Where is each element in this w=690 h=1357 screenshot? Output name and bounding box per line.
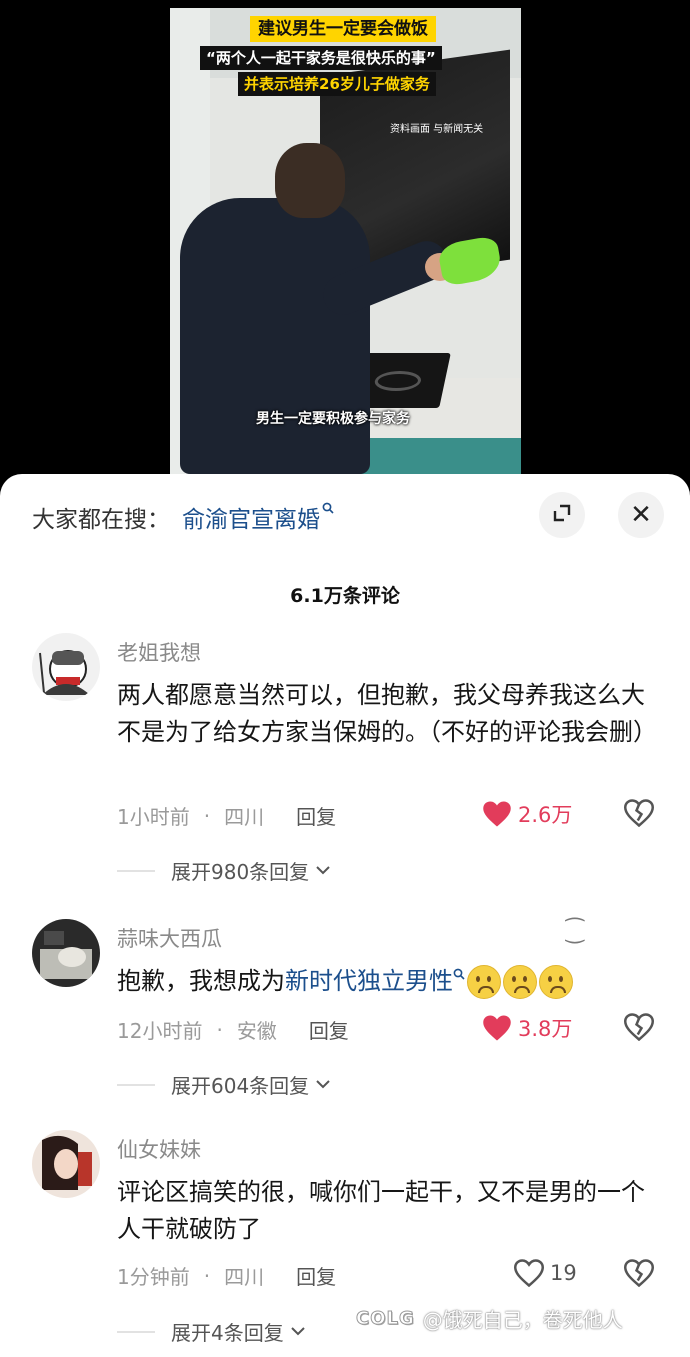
expand-replies-label: 展开604条回复	[171, 1074, 310, 1098]
crying-face-emoji	[503, 965, 537, 999]
expand-replies-label: 展开980条回复	[171, 860, 310, 884]
comment-time: 1小时前	[117, 805, 190, 829]
crying-face-emoji	[467, 965, 501, 999]
close-button[interactable]: ✕	[618, 492, 664, 538]
meta-separator: ·	[216, 1017, 223, 1042]
comment-location: 安徽	[236, 1019, 277, 1043]
trending-search-term[interactable]: 俞渝官宣离婚	[182, 500, 320, 534]
video-player[interactable]: 建议男生一定要会做饭 “两个人一起干家务是很快乐的事” 并表示培养26岁儿子做家…	[0, 0, 690, 490]
search-icon	[453, 968, 465, 984]
expand-replies-label: 展开4条回复	[171, 1321, 284, 1345]
expand-icon	[551, 502, 573, 528]
watermark-text: @饿死自己，卷死他人	[422, 1308, 623, 1332]
comment-item: ⁐ 蒜味大西瓜 抱歉，我想成为新时代独立男性 12小时前 · 安徽 回复 3.8…	[0, 919, 690, 1098]
broken-heart-icon[interactable]	[624, 1013, 654, 1041]
comment-text: 抱歉，我想成为新时代独立男性	[117, 963, 657, 1004]
decorative-squiggle: ⁐	[566, 919, 584, 944]
like-button[interactable]: 2.6万	[482, 799, 572, 829]
reply-button[interactable]: 回复	[296, 801, 336, 830]
video-caption-note: 并表示培养26岁儿子做家务	[238, 72, 436, 96]
reply-button[interactable]: 回复	[296, 1261, 336, 1290]
meta-separator: ·	[203, 803, 211, 828]
video-disclaimer: 资料画面 与新闻无关	[390, 124, 484, 135]
broken-heart-icon[interactable]	[624, 799, 654, 827]
person-head	[275, 143, 345, 218]
like-count: 2.6万	[518, 803, 573, 827]
expand-divider	[117, 1330, 155, 1333]
close-icon: ✕	[630, 500, 652, 530]
comment-meta: 1分钟前 · 四川 回复	[117, 1261, 336, 1290]
watermark-logo: COLG	[356, 1308, 415, 1330]
comment-time: 12小时前	[117, 1019, 203, 1043]
comment-meta: 1小时前 · 四川 回复	[117, 801, 336, 830]
search-icon	[322, 502, 334, 518]
comment-search-link[interactable]: 新时代独立男性	[285, 967, 453, 995]
chevron-down-icon	[315, 863, 331, 879]
comment-item: 老姐我想 两人都愿意当然可以，但抱歉，我父母养我这么大不是为了给女方家当保姆的。…	[0, 633, 690, 885]
heart-filled-icon	[483, 1015, 511, 1041]
trending-search-bar[interactable]: 大家都在搜： 俞渝官宣离婚	[32, 500, 334, 534]
expand-replies[interactable]: 展开4条回复	[117, 1317, 306, 1346]
video-caption-title: 建议男生一定要会做饭	[250, 16, 436, 42]
comment-text-prefix: 抱歉，我想成为	[117, 967, 285, 995]
avatar[interactable]	[32, 1130, 100, 1198]
trending-search-prefix: 大家都在搜：	[32, 507, 170, 533]
like-count: 3.8万	[518, 1017, 573, 1041]
heart-filled-icon	[483, 801, 511, 827]
like-count: 19	[550, 1261, 577, 1285]
crying-face-emoji	[539, 965, 573, 999]
comment-text: 评论区搞笑的很，喊你们一起干，又不是男的一个人干就破防了	[117, 1178, 645, 1243]
comment-username[interactable]: 蒜味大西瓜	[117, 923, 222, 953]
watermark: COLG @饿死自己，卷死他人	[356, 1304, 623, 1333]
video-subtitle: 男生一定要积极参与家务	[256, 411, 410, 427]
broken-heart-icon[interactable]	[624, 1259, 654, 1287]
comment-username[interactable]: 仙女妹妹	[117, 1134, 201, 1164]
expand-divider	[117, 869, 155, 872]
comment-username[interactable]: 老姐我想	[117, 637, 201, 667]
expand-button[interactable]	[539, 492, 585, 538]
comment-count: 6.1万条评论	[290, 585, 400, 607]
comment-sheet: 大家都在搜： 俞渝官宣离婚 ✕ 6.1万条评论 老姐我想 两人都愿意当然可以，但…	[0, 474, 690, 1357]
expand-divider	[117, 1083, 155, 1086]
person-figure	[180, 198, 370, 474]
expand-replies[interactable]: 展开980条回复	[117, 856, 331, 885]
like-button[interactable]: 19	[514, 1259, 577, 1287]
reply-button[interactable]: 回复	[309, 1015, 349, 1044]
comment-location: 四川	[224, 805, 265, 829]
video-frame[interactable]: 建议男生一定要会做饭 “两个人一起干家务是很快乐的事” 并表示培养26岁儿子做家…	[170, 8, 521, 474]
chevron-down-icon	[315, 1077, 331, 1093]
comment-location: 四川	[224, 1265, 265, 1289]
avatar[interactable]	[32, 633, 100, 701]
meta-separator: ·	[203, 1263, 211, 1288]
chevron-down-icon	[290, 1324, 306, 1340]
comment-text: 两人都愿意当然可以，但抱歉，我父母养我这么大不是为了给女方家当保姆的。（不好的评…	[117, 681, 657, 746]
comment-meta: 12小时前 · 安徽 回复	[117, 1015, 349, 1044]
like-button[interactable]: 3.8万	[482, 1013, 572, 1043]
expand-replies[interactable]: 展开604条回复	[117, 1070, 331, 1099]
heart-outline-icon	[514, 1259, 544, 1287]
avatar[interactable]	[32, 919, 100, 987]
video-caption-quote: “两个人一起干家务是很快乐的事”	[200, 46, 442, 70]
comment-time: 1分钟前	[117, 1265, 190, 1289]
